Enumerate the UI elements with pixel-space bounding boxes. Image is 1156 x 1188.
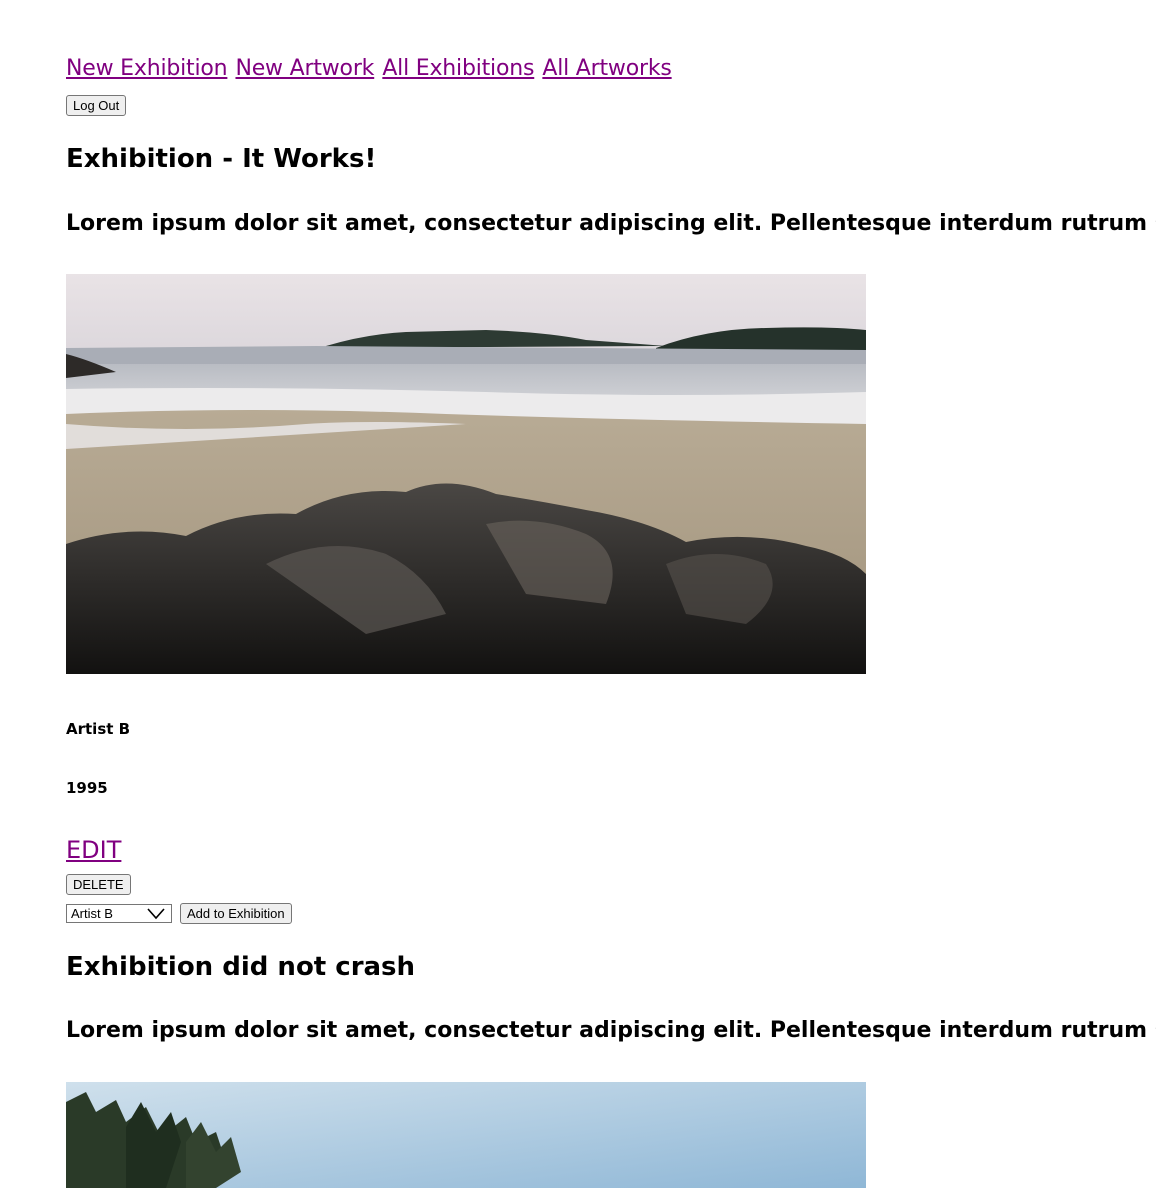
artwork-artist: Artist B [66, 720, 131, 738]
artist-select[interactable]: Artist B [66, 904, 172, 923]
exhibition-image [66, 1082, 866, 1188]
beach-rocks-photo [66, 274, 866, 674]
exhibition-description: Lorem ipsum dolor sit amet, consectetur … [66, 1018, 1156, 1043]
exhibition-image [66, 274, 866, 674]
exhibition-description: Lorem ipsum dolor sit amet, consectetur … [66, 211, 1156, 236]
top-nav: New Exhibition New Artwork All Exhibitio… [66, 56, 675, 81]
forest-sky-photo [66, 1082, 866, 1188]
edit-link[interactable]: EDIT [66, 836, 121, 864]
logout-button[interactable]: Log Out [66, 95, 127, 116]
delete-button[interactable]: DELETE [66, 874, 131, 895]
nav-all-artworks-link[interactable]: All Artworks [542, 56, 671, 81]
nav-all-exhibitions-link[interactable]: All Exhibitions [382, 56, 534, 81]
chevron-down-icon [147, 908, 165, 920]
nav-new-artwork-link[interactable]: New Artwork [235, 56, 374, 81]
artist-select-value: Artist B [71, 906, 113, 921]
exhibition-title: Exhibition did not crash [66, 952, 416, 982]
artwork-year: 1995 [66, 779, 108, 797]
nav-new-exhibition-link[interactable]: New Exhibition [66, 56, 228, 81]
add-to-exhibition-button[interactable]: Add to Exhibition [180, 903, 292, 924]
exhibition-title: Exhibition - It Works! [66, 144, 377, 174]
